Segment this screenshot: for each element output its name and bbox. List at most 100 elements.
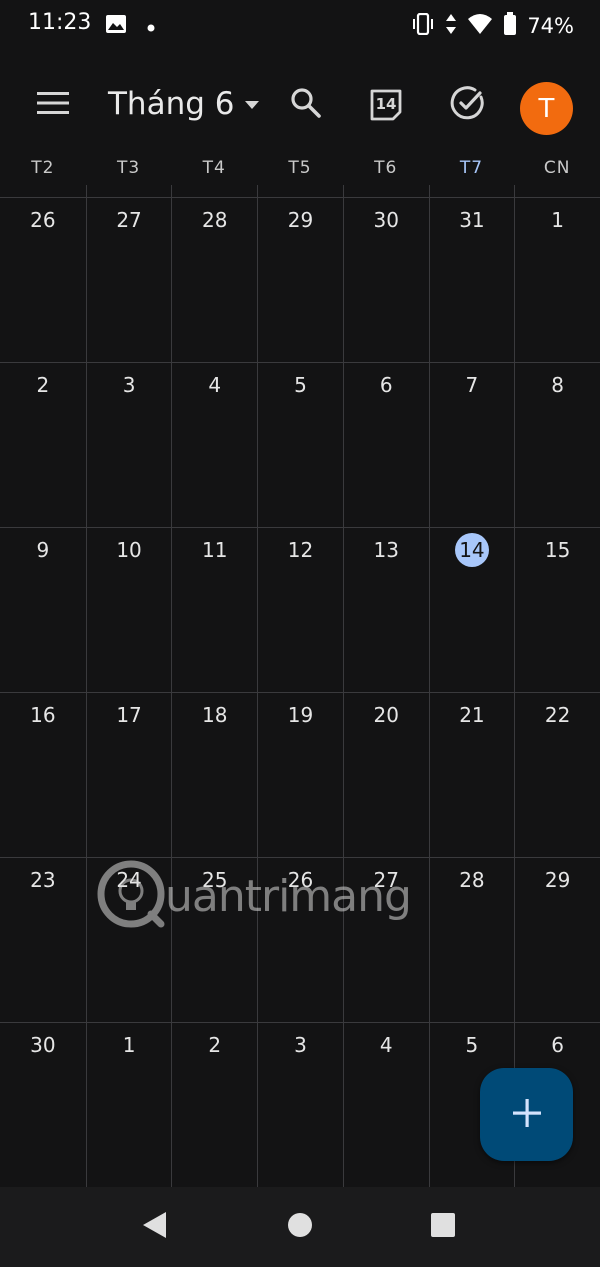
weekday-label: T3 (116, 158, 141, 178)
day-cell[interactable]: 27 (85, 197, 172, 362)
day-number-today: 14 (454, 533, 489, 567)
day-cell[interactable]: 5 (257, 362, 343, 527)
battery-icon (503, 12, 517, 40)
day-cell[interactable]: 4 (171, 362, 258, 527)
back-triangle-icon (140, 1210, 168, 1244)
task-check-icon (450, 85, 486, 125)
day-number: 18 (202, 703, 228, 727)
today-icon-day: 14 (375, 95, 397, 113)
avatar-initial: T (538, 93, 555, 124)
day-number: 5 (294, 373, 307, 397)
jump-to-today-button[interactable]: 14 (362, 82, 410, 128)
day-number: 28 (459, 868, 485, 892)
day-cell[interactable]: 18 (171, 692, 258, 857)
day-cell[interactable]: 3 (257, 1022, 343, 1187)
day-cell[interactable]: 26 (0, 197, 86, 362)
day-cell[interactable]: 28 (428, 857, 515, 1022)
day-number: 31 (459, 208, 485, 232)
day-number: 30 (30, 1033, 56, 1057)
day-cell[interactable]: 31 (428, 197, 515, 362)
day-cell[interactable]: 11 (171, 527, 258, 692)
day-cell[interactable]: 6 (342, 362, 429, 527)
grid-divider-top (0, 185, 600, 197)
day-cell[interactable]: 30 (342, 197, 429, 362)
plus-icon (512, 1098, 542, 1132)
day-cell[interactable]: 12 (257, 527, 343, 692)
menu-icon (37, 91, 69, 119)
weekday-label: T4 (202, 158, 226, 178)
day-number: 27 (116, 208, 142, 232)
day-cell[interactable]: 1 (85, 1022, 172, 1187)
data-arrows-icon (445, 13, 457, 39)
day-number: 2 (208, 1033, 222, 1057)
day-number: 13 (373, 538, 399, 562)
watermark-text: uantrimang (165, 870, 412, 922)
weekday-label: T6 (374, 158, 398, 178)
day-number: 17 (116, 703, 142, 727)
day-number: 3 (294, 1033, 307, 1057)
day-number: 29 (544, 868, 571, 892)
day-number: 9 (36, 538, 50, 562)
status-bar: 11:23 74% (0, 0, 600, 52)
day-cell[interactable]: 19 (257, 692, 343, 857)
day-number: 1 (122, 1033, 136, 1057)
day-cell[interactable]: 17 (85, 692, 172, 857)
home-circle-icon (286, 1211, 314, 1243)
day-number: 19 (287, 703, 314, 727)
day-cell[interactable]: 23 (0, 857, 86, 1022)
search-button[interactable] (282, 82, 330, 128)
weekday-label: T5 (288, 158, 312, 178)
day-number: 8 (551, 373, 564, 397)
day-cell[interactable]: 14 (428, 527, 515, 692)
vibrate-icon (411, 12, 435, 39)
day-cell[interactable]: 3 (85, 362, 172, 527)
day-number: 10 (116, 538, 142, 562)
nav-home-button[interactable] (284, 1211, 316, 1243)
day-cell[interactable]: 8 (514, 362, 600, 527)
weekday-header: T2 T3 T4 T5 T6 T7 CN (0, 158, 600, 186)
month-title: Tháng 6 (108, 86, 235, 122)
day-cell[interactable]: 2 (0, 362, 86, 527)
day-number: 12 (287, 538, 314, 562)
status-time: 11:23 (28, 10, 92, 35)
nav-recents-button[interactable] (427, 1211, 459, 1243)
day-cell[interactable]: 30 (0, 1022, 86, 1187)
day-cell[interactable]: 28 (171, 197, 258, 362)
app-header: Tháng 6 14 T (0, 62, 600, 148)
day-number: 5 (465, 1033, 479, 1057)
calendar-today-icon: 14 (369, 88, 403, 122)
recents-square-icon (429, 1211, 457, 1243)
weekday-label-today: T7 (459, 158, 484, 178)
day-cell[interactable]: 2 (171, 1022, 258, 1187)
month-selector[interactable]: Tháng 6 (108, 86, 260, 122)
day-cell[interactable]: 22 (514, 692, 600, 857)
dropdown-triangle-icon (244, 95, 260, 114)
day-cell[interactable]: 1 (514, 197, 600, 362)
day-cell[interactable]: 4 (342, 1022, 429, 1187)
tasks-button[interactable] (444, 82, 492, 128)
month-grid: 26 27 28 29 30 31 1 2 3 4 5 6 7 8 9 10 11 12 13 14 15 16 17 18 1… (0, 197, 600, 1187)
day-number: 11 (202, 538, 228, 562)
day-cell[interactable]: 21 (428, 692, 515, 857)
day-number: 6 (551, 1033, 564, 1057)
day-cell[interactable]: 29 (257, 197, 343, 362)
watermark-logo-icon (95, 858, 167, 934)
menu-button[interactable] (26, 82, 80, 128)
day-cell[interactable]: 9 (0, 527, 86, 692)
day-cell[interactable]: 7 (428, 362, 515, 527)
day-cell[interactable]: 15 (514, 527, 600, 692)
day-cell[interactable]: 13 (342, 527, 429, 692)
battery-percent: 74% (527, 14, 574, 38)
day-cell[interactable]: 20 (342, 692, 429, 857)
create-event-button[interactable] (480, 1068, 573, 1161)
avatar[interactable]: T (520, 82, 573, 135)
day-cell[interactable]: 29 (514, 857, 600, 1022)
watermark: uantrimang (95, 858, 412, 934)
day-cell[interactable]: 16 (0, 692, 86, 857)
nav-back-button[interactable] (138, 1211, 170, 1243)
dot-icon (147, 17, 155, 36)
day-number: 26 (30, 208, 56, 232)
day-cell[interactable]: 10 (85, 527, 172, 692)
day-number: 7 (465, 373, 479, 397)
day-number: 6 (379, 373, 393, 397)
